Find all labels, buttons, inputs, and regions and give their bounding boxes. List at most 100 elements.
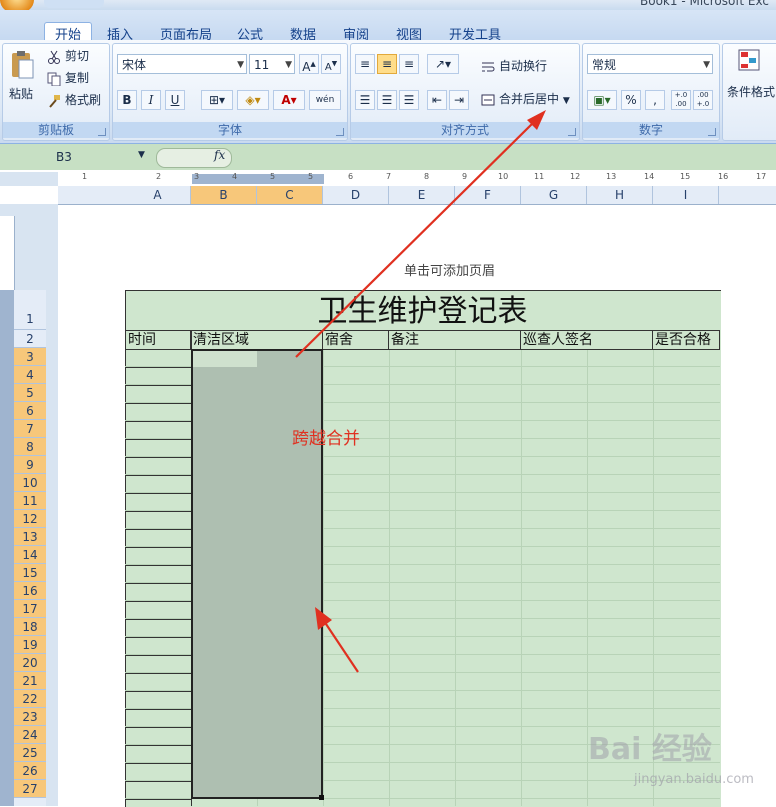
align-top-button[interactable]: ≡ [355, 54, 375, 74]
conditional-format-button[interactable]: 条件格式 [727, 82, 775, 102]
fill-color-button[interactable]: ◈▾ [237, 90, 269, 110]
header-cell-inspector-signature[interactable]: 巡查人签名 [521, 331, 653, 349]
column-header-e[interactable]: E [389, 186, 455, 204]
row-header[interactable]: 15 [14, 564, 46, 582]
row-header[interactable]: 4 [14, 366, 46, 384]
font-size-dropdown[interactable]: 11 ▼ [249, 54, 295, 74]
merge-center-button[interactable]: 合并后居中 ▼ [481, 89, 570, 109]
percent-button[interactable]: % [621, 90, 641, 110]
orientation-button[interactable]: ↗▾ [427, 54, 459, 74]
row-header[interactable]: 19 [14, 636, 46, 654]
row-header[interactable]: 20 [14, 654, 46, 672]
row-header[interactable]: 26 [14, 762, 46, 780]
name-box[interactable]: B3 [4, 148, 152, 166]
alignment-launcher-icon[interactable] [568, 128, 576, 136]
row-header[interactable]: 3 [14, 348, 46, 366]
font-group: 宋体 ▼ 11 ▼ A▲ A▼ B I U ⊞▾ ◈▾ A▾ wén 字体 [112, 43, 348, 141]
row-header[interactable]: 11 [14, 492, 46, 510]
increase-indent-button[interactable]: ⇥ [449, 90, 469, 110]
number-launcher-icon[interactable] [708, 128, 716, 136]
conditional-format-icon[interactable] [737, 48, 765, 76]
row-header[interactable]: 5 [14, 384, 46, 402]
row-header[interactable]: 6 [14, 402, 46, 420]
column-header-c[interactable]: C [257, 186, 323, 204]
wrap-text-button[interactable]: 自动换行 [481, 56, 547, 76]
fill-handle[interactable] [319, 795, 324, 800]
comma-button[interactable]: , [645, 90, 665, 110]
active-cell[interactable] [193, 351, 257, 367]
row-header[interactable]: 21 [14, 672, 46, 690]
paste-button[interactable]: 粘贴 [9, 84, 33, 104]
shrink-font-button[interactable]: A▼ [321, 54, 341, 74]
bold-button[interactable]: B [117, 90, 137, 110]
borders-button[interactable]: ⊞▾ [201, 90, 233, 110]
page-header-hint[interactable]: 单击可添加页眉 [404, 260, 495, 279]
header-cell-time[interactable]: 时间 [126, 331, 191, 349]
row-header[interactable]: 14 [14, 546, 46, 564]
merge-center-label: 合并后居中 [499, 92, 560, 106]
row-header[interactable]: 24 [14, 726, 46, 744]
column-header-f[interactable]: F [455, 186, 521, 204]
ruler-tick: 15 [680, 172, 691, 181]
format-painter-button[interactable]: 格式刷 [47, 90, 101, 110]
row-header[interactable]: 17 [14, 600, 46, 618]
font-name-dropdown[interactable]: 宋体 ▼ [117, 54, 247, 74]
currency-button[interactable]: ▣▾ [587, 90, 617, 110]
row-header[interactable]: 9 [14, 456, 46, 474]
selected-range[interactable] [191, 349, 323, 799]
chevron-down-icon[interactable]: ▼ [138, 150, 145, 160]
sheet-title[interactable]: 卫生维护登记表 [125, 290, 720, 331]
align-left-button[interactable]: ☰ [355, 90, 375, 110]
row-header[interactable]: 25 [14, 744, 46, 762]
italic-button[interactable]: I [141, 90, 161, 110]
column-header-i[interactable]: I [653, 186, 719, 204]
column-header-a[interactable]: A [125, 186, 191, 204]
number-format-dropdown[interactable]: 常规 ▼ [587, 54, 713, 74]
fx-icon[interactable]: fx [214, 148, 225, 162]
align-left-icon: ☰ [359, 93, 371, 107]
increase-decimal-button[interactable]: +.0 .00 [671, 90, 691, 110]
time-cell-border [125, 367, 191, 368]
column-header-g[interactable]: G [521, 186, 587, 204]
decrease-indent-button[interactable]: ⇤ [427, 90, 447, 110]
row-header[interactable]: 1 [14, 290, 46, 330]
ruler-left-margin [58, 172, 126, 185]
phonetic-button[interactable]: wén [309, 90, 341, 110]
cut-button[interactable]: 剪切 [47, 46, 89, 66]
column-header-h[interactable]: H [587, 186, 653, 204]
align-right-button[interactable]: ☰ [399, 90, 419, 110]
header-cell-remarks[interactable]: 备注 [389, 331, 521, 349]
row-header[interactable]: 27 [14, 780, 46, 798]
copy-button[interactable]: 复制 [47, 68, 89, 88]
align-bottom-button[interactable]: ≡ [399, 54, 419, 74]
chevron-down-icon: ▼ [562, 96, 570, 106]
font-color-button[interactable]: A▾ [273, 90, 305, 110]
clipboard-launcher-icon[interactable] [98, 128, 106, 136]
paste-icon[interactable] [9, 50, 35, 80]
ruler-tick: 17 [756, 172, 767, 181]
underline-button[interactable]: U [165, 90, 185, 110]
column-header-d[interactable]: D [323, 186, 389, 204]
row-header[interactable]: 7 [14, 420, 46, 438]
grow-font-button[interactable]: A▲ [299, 54, 319, 74]
header-cell-qualified[interactable]: 是否合格 [653, 331, 720, 349]
row-header[interactable]: 12 [14, 510, 46, 528]
quick-access-toolbar[interactable] [44, 0, 104, 8]
column-header-b[interactable]: B [191, 186, 257, 204]
row-header[interactable]: 18 [14, 618, 46, 636]
header-cell-dormitory[interactable]: 宿舍 [323, 331, 389, 349]
font-launcher-icon[interactable] [336, 128, 344, 136]
align-center-button[interactable]: ☰ [377, 90, 397, 110]
row-header[interactable]: 2 [14, 330, 46, 348]
time-cell-border [125, 799, 191, 800]
header-cell-cleaning-area[interactable]: 清洁区域 [191, 331, 323, 349]
row-header[interactable]: 23 [14, 708, 46, 726]
row-header[interactable]: 8 [14, 438, 46, 456]
row-header[interactable]: 10 [14, 474, 46, 492]
row-header[interactable]: 16 [14, 582, 46, 600]
align-middle-button[interactable]: ≡ [377, 54, 397, 74]
row-header[interactable]: 22 [14, 690, 46, 708]
row-header[interactable]: 13 [14, 528, 46, 546]
ruler-tick: 5 [308, 172, 314, 181]
decrease-decimal-button[interactable]: .00 +.0 [693, 90, 713, 110]
